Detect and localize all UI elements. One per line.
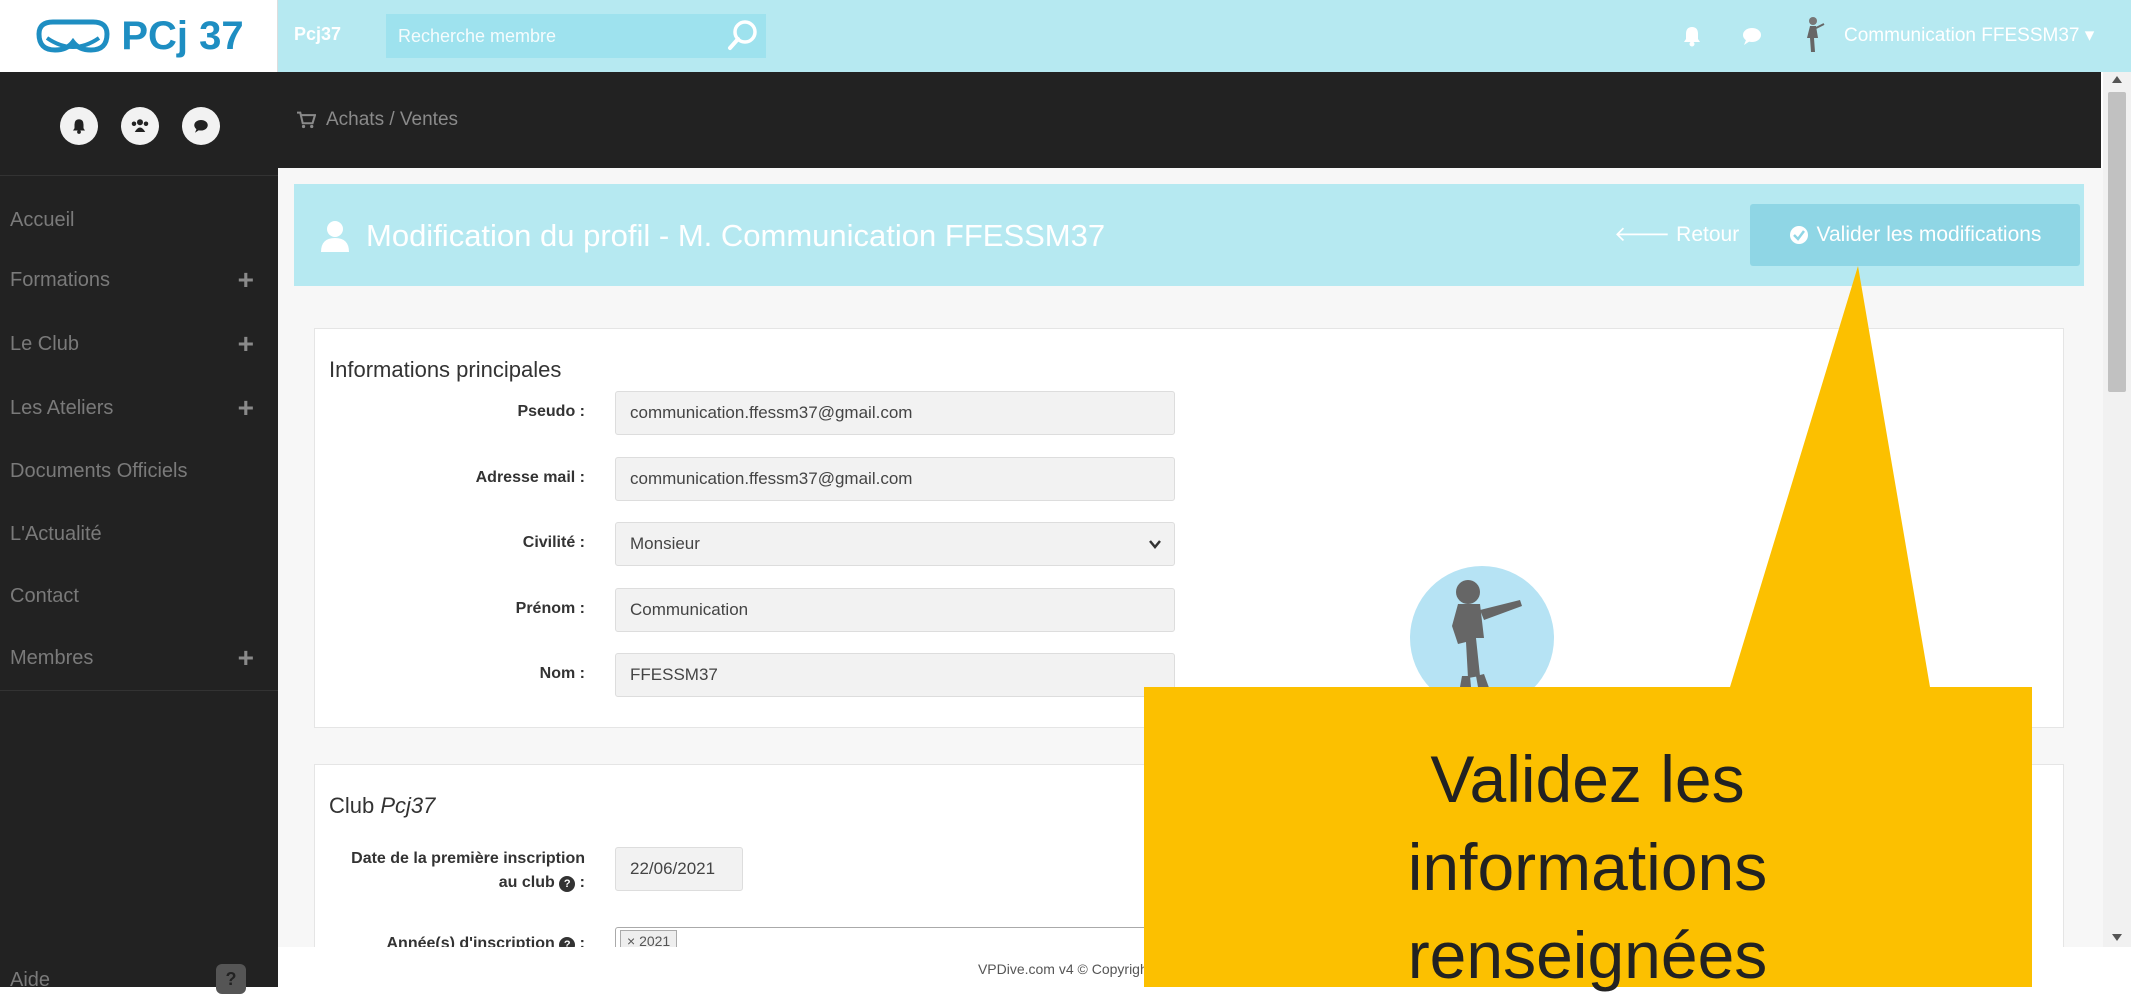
callout-line-2: informations bbox=[1407, 830, 1768, 904]
sidebar-item-label: Contact bbox=[10, 584, 79, 607]
firstname-field[interactable]: Communication bbox=[615, 588, 1175, 632]
sidebar-item-label: Membres bbox=[10, 646, 94, 669]
diver-avatar-icon[interactable] bbox=[1800, 16, 1826, 56]
first-registration-value: 22/06/2021 bbox=[630, 859, 716, 878]
sidebar-item-accueil[interactable]: Accueil bbox=[0, 192, 278, 248]
club-title: Club Pcj37 bbox=[329, 793, 435, 819]
logo[interactable]: PCj 37 bbox=[0, 0, 278, 72]
bell-icon[interactable] bbox=[1680, 24, 1704, 48]
check-circle-icon bbox=[1789, 226, 1808, 244]
first-registration-field[interactable]: 22/06/2021 bbox=[615, 847, 743, 891]
first-registration-label-line2: au club bbox=[498, 874, 555, 891]
scroll-down-icon[interactable] bbox=[2112, 934, 2122, 941]
sidebar-quick-actions bbox=[0, 72, 278, 176]
sidebar-item-contact[interactable]: Contact bbox=[0, 568, 278, 624]
sidebar-item-label: Le Club bbox=[10, 332, 79, 355]
section-title: Informations principales bbox=[329, 357, 562, 382]
civility-select[interactable]: Monsieur bbox=[615, 522, 1175, 566]
search-placeholder: Recherche membre bbox=[398, 25, 557, 46]
search-input[interactable]: Recherche membre bbox=[386, 14, 766, 58]
club-title-name: Pcj37 bbox=[380, 793, 436, 818]
logo-text: PCj 37 bbox=[121, 13, 244, 58]
help-icon[interactable]: ? bbox=[216, 964, 246, 994]
scroll-thumb[interactable] bbox=[2108, 92, 2126, 392]
pseudo-label: Pseudo : bbox=[517, 403, 585, 420]
chat-icon bbox=[194, 120, 208, 133]
sidebar-divider bbox=[0, 690, 278, 691]
lastname-value: FFESSM37 bbox=[630, 665, 718, 684]
callout-text: Validez les informations renseignées bbox=[1144, 735, 2031, 999]
members-button[interactable] bbox=[121, 107, 159, 145]
plus-icon: + bbox=[237, 642, 254, 673]
first-registration-label: Date de la première inscription au club … bbox=[351, 850, 585, 892]
civility-value: Monsieur bbox=[630, 534, 700, 553]
email-label: Adresse mail : bbox=[475, 469, 585, 486]
back-label: Retour bbox=[1676, 223, 1740, 246]
pseudo-field[interactable]: communication.ffessm37@gmail.com bbox=[615, 391, 1175, 435]
civility-label: Civilité : bbox=[522, 534, 585, 551]
plus-icon: + bbox=[237, 328, 254, 359]
sidebar-item-documents[interactable]: Documents Officiels bbox=[0, 443, 278, 499]
breadcrumb: Achats / Ventes bbox=[278, 72, 2101, 168]
sidebar-item-formations[interactable]: Formations + bbox=[0, 252, 278, 308]
user-icon bbox=[321, 221, 349, 252]
validate-label: Valider les modifications bbox=[1816, 223, 2042, 246]
diving-mask-icon bbox=[36, 19, 110, 53]
plus-icon: + bbox=[237, 392, 254, 423]
cart-icon bbox=[297, 111, 316, 129]
brand-link[interactable]: Pcj37 bbox=[294, 24, 341, 45]
breadcrumb-link[interactable]: Achats / Ventes bbox=[326, 109, 458, 131]
users-icon bbox=[131, 119, 149, 132]
sidebar-item-label: Formations bbox=[10, 268, 111, 291]
plus-icon: + bbox=[237, 264, 254, 295]
sidebar-item-actualite[interactable]: L'Actualité bbox=[0, 506, 278, 562]
notifications-button[interactable] bbox=[60, 107, 98, 145]
messages-button[interactable] bbox=[182, 107, 220, 145]
email-field[interactable]: communication.ffessm37@gmail.com bbox=[615, 457, 1175, 501]
firstname-value: Communication bbox=[630, 600, 749, 619]
lastname-field[interactable]: FFESSM37 bbox=[615, 653, 1175, 697]
callout-line-3: renseignées bbox=[1407, 918, 1768, 992]
sidebar-item-label: Aide bbox=[10, 968, 51, 991]
lastname-label: Nom : bbox=[539, 665, 585, 682]
arrow-left-icon: 🡐 bbox=[1614, 223, 1677, 246]
validate-button[interactable]: Valider les modifications bbox=[1750, 204, 2080, 266]
back-link[interactable]: 🡐 Retour bbox=[1614, 222, 1739, 247]
question-circle-icon[interactable]: ? bbox=[559, 876, 576, 892]
main-info-panel: Informations principales Pseudo : commun… bbox=[314, 328, 2064, 728]
pseudo-value: communication.ffessm37@gmail.com bbox=[630, 403, 913, 422]
scroll-up-icon[interactable] bbox=[2112, 76, 2122, 83]
sidebar-item-label: Documents Officiels bbox=[10, 459, 188, 482]
email-value: communication.ffessm37@gmail.com bbox=[630, 469, 913, 488]
chat-icon[interactable] bbox=[1740, 24, 1764, 48]
callout-line-1: Validez les bbox=[1430, 742, 1745, 816]
profile-header: Modification du profil - M. Communicatio… bbox=[294, 184, 2084, 286]
sidebar-item-label: Accueil bbox=[10, 208, 75, 231]
user-menu[interactable]: Communication FFESSM37 ▾ bbox=[1844, 24, 2094, 47]
top-bar: PCj 37 Pcj37 Recherche membre Communicat… bbox=[0, 0, 2131, 72]
sidebar-item-membres[interactable]: Membres + bbox=[0, 630, 278, 686]
chevron-down-icon bbox=[1149, 540, 1161, 549]
page-title: Modification du profil - M. Communicatio… bbox=[366, 218, 1106, 253]
bell-icon bbox=[73, 119, 85, 134]
club-title-prefix: Club bbox=[329, 793, 381, 818]
firstname-label: Prénom : bbox=[515, 600, 585, 617]
sidebar-item-label: Les Ateliers bbox=[10, 396, 114, 419]
sidebar-item-ateliers[interactable]: Les Ateliers + bbox=[0, 380, 278, 436]
scrollbar[interactable] bbox=[2103, 72, 2131, 947]
search-icon[interactable] bbox=[725, 18, 761, 54]
sidebar: Accueil Formations + Le Club + Les Atelier… bbox=[0, 72, 278, 994]
sidebar-item-le-club[interactable]: Le Club + bbox=[0, 316, 278, 372]
first-registration-label-line1: Date de la première inscription bbox=[351, 850, 585, 867]
sidebar-item-label: L'Actualité bbox=[10, 522, 102, 545]
